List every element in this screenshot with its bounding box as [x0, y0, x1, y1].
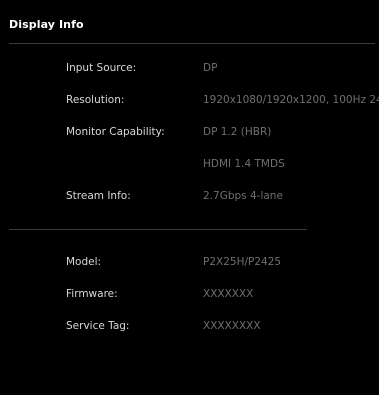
- title-divider: [9, 43, 375, 44]
- device-row-firmware: Firmware: XXXXXXX: [0, 288, 379, 302]
- info-row-resolution: Resolution: 1920x1080/1920x1200, 100Hz 2…: [0, 94, 379, 108]
- stream-info-value: 2.7Gbps 4-lane: [203, 190, 283, 202]
- monitor-capability-label: Monitor Capability:: [66, 126, 165, 138]
- model-label: Model:: [66, 256, 102, 268]
- service-tag-value: XXXXXXXX: [203, 320, 261, 332]
- monitor-capability-extra-value: HDMI 1.4 TMDS: [203, 158, 285, 170]
- section-divider: [9, 229, 307, 230]
- model-value: P2X25H/P2425: [203, 256, 282, 268]
- panel-title: Display Info: [9, 18, 84, 31]
- firmware-label: Firmware:: [66, 288, 118, 300]
- firmware-value: XXXXXXX: [203, 288, 254, 300]
- device-row-model: Model: P2X25H/P2425: [0, 256, 379, 270]
- display-info-panel: Display Info Input Source: DP Resolution…: [0, 0, 379, 395]
- device-row-service-tag: Service Tag: XXXXXXXX: [0, 320, 379, 334]
- info-row-monitor-capability-extra: HDMI 1.4 TMDS: [0, 158, 379, 172]
- info-row-stream-info: Stream Info: 2.7Gbps 4-lane: [0, 190, 379, 204]
- monitor-capability-value: DP 1.2 (HBR): [203, 126, 272, 138]
- info-row-monitor-capability: Monitor Capability: DP 1.2 (HBR): [0, 126, 379, 140]
- stream-info-label: Stream Info:: [66, 190, 131, 202]
- resolution-value: 1920x1080/1920x1200, 100Hz 24-b: [203, 94, 379, 106]
- input-source-value: DP: [203, 62, 218, 74]
- service-tag-label: Service Tag:: [66, 320, 130, 332]
- input-source-label: Input Source:: [66, 62, 137, 74]
- info-row-input-source: Input Source: DP: [0, 62, 379, 76]
- resolution-label: Resolution:: [66, 94, 125, 106]
